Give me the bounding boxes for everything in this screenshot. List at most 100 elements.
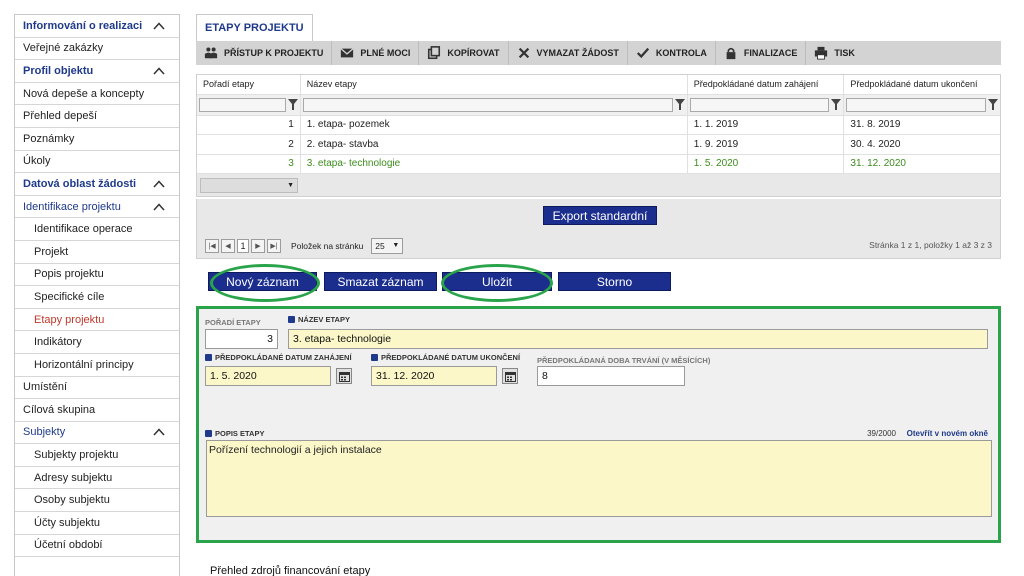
stage-detail-form: POŘADÍ ETAPY 3 NÁZEV ETAPY 3. etapa- tec… — [196, 306, 1001, 543]
description-textarea[interactable]: Pořízení technologií a jejich instalace — [206, 440, 992, 517]
access-project-button[interactable]: PŘÍSTUP K PROJEKTU — [196, 41, 333, 65]
sidebar-item-label: Subjekty — [23, 426, 66, 439]
sidebar-item[interactable]: Přehled depeší — [15, 105, 179, 128]
calendar-button[interactable] — [336, 368, 352, 384]
column-header-order[interactable]: Pořadí etapy — [197, 75, 301, 94]
table-cell-end: 30. 4. 2020 — [850, 138, 901, 150]
column-header-name[interactable]: Název etapy — [301, 75, 688, 94]
column-header-end[interactable]: Předpokládané datum ukončení — [844, 75, 1000, 94]
chevron-up-icon[interactable] — [153, 67, 165, 75]
open-new-window-link[interactable]: Otevřít v novém okně — [907, 429, 988, 438]
table-cell-order: 3 — [197, 154, 301, 173]
end-date-label-text: PŘEDPOKLÁDANÉ DATUM UKONČENÍ — [381, 353, 521, 362]
table-filter-row — [197, 94, 1000, 116]
sidebar-item[interactable]: Informování o realizaci — [15, 15, 179, 38]
sidebar-item[interactable]: Identifikace operace — [15, 218, 179, 241]
print-label: TISK — [834, 48, 855, 58]
sidebar-item-label: Etapy projektu — [34, 313, 105, 326]
people-icon — [204, 47, 218, 59]
calendar-button[interactable] — [502, 368, 518, 384]
page-size-select[interactable]: 25 ▼ — [371, 237, 404, 254]
toolbar: PŘÍSTUP K PROJEKTU PLNÉ MOCI KOPÍROVAT V… — [196, 41, 1001, 65]
filter-icon[interactable] — [988, 99, 998, 110]
filter-name-input[interactable] — [302, 97, 673, 112]
next-page-button[interactable]: ▶ — [251, 238, 265, 253]
chevron-up-icon[interactable] — [153, 180, 165, 188]
filter-order-input[interactable] — [199, 97, 286, 112]
filter-icon[interactable] — [674, 99, 685, 110]
sidebar-item[interactable]: Projekt — [15, 241, 179, 264]
filter-start-input[interactable] — [689, 97, 830, 112]
sidebar-item[interactable]: Úkoly — [15, 151, 179, 174]
sidebar-item-label: Identifikace projektu — [23, 200, 121, 213]
order-field[interactable]: 3 — [205, 329, 278, 349]
new-record-button[interactable]: Nový záznam — [208, 272, 317, 291]
name-field[interactable]: 3. etapa- technologie — [288, 329, 988, 349]
char-counter: 39/2000 — [867, 429, 896, 438]
current-page-input[interactable]: 1 — [237, 238, 249, 253]
first-page-button[interactable]: |◀ — [205, 238, 219, 253]
footer-dropdown[interactable]: ▼ — [200, 177, 298, 193]
tab-etapy-projektu[interactable]: ETAPY PROJEKTU — [196, 14, 313, 41]
sidebar-item-label: Účty subjektu — [34, 516, 101, 529]
sidebar-item[interactable]: Účty subjektu — [15, 512, 179, 535]
sidebar-item[interactable]: Cílová skupina — [15, 399, 179, 422]
table-row[interactable]: 1 1. etapa- pozemek 1. 1. 2019 31. 8. 2019 — [197, 115, 1000, 135]
filter-icon[interactable] — [831, 99, 842, 110]
description-label: POPIS ETAPY — [205, 429, 264, 438]
table-row[interactable]: 2 2. etapa- stavba 1. 9. 2019 30. 4. 2020 — [197, 135, 1000, 155]
export-standard-button[interactable]: Export standardní — [543, 206, 657, 225]
print-button[interactable]: TISK — [806, 41, 863, 65]
sidebar-item[interactable]: Subjekty — [15, 422, 179, 445]
sidebar-nav: Informování o realizaci Veřejné zakázky Pr… — [14, 14, 180, 576]
delete-application-button[interactable]: VYMAZAT ŽÁDOST — [509, 41, 628, 65]
sidebar-item[interactable]: Umístění — [15, 377, 179, 400]
column-header-start[interactable]: Předpokládané datum zahájení — [688, 75, 845, 94]
last-page-button[interactable]: ▶| — [267, 238, 281, 253]
finalize-label: FINALIZACE — [743, 48, 798, 58]
sidebar-item[interactable]: Nová depeše a koncepty — [15, 83, 179, 106]
sidebar-item[interactable]: Specifické cíle — [15, 286, 179, 309]
cancel-button[interactable]: Storno — [558, 272, 671, 291]
close-icon — [518, 47, 529, 59]
delete-record-button[interactable]: Smazat záznam — [324, 272, 437, 291]
filter-end-input[interactable] — [846, 97, 986, 112]
required-icon — [205, 354, 212, 361]
duration-field[interactable]: 8 — [537, 366, 685, 386]
dropdown-arrow-icon: ▼ — [287, 181, 294, 189]
chevron-up-icon[interactable] — [153, 428, 165, 436]
sidebar-item[interactable]: Identifikace projektu — [15, 196, 179, 219]
sidebar-item[interactable]: Adresy subjektu — [15, 467, 179, 490]
sidebar-item[interactable]: Poznámky — [15, 128, 179, 151]
proxies-button[interactable]: PLNÉ MOCI — [332, 41, 420, 65]
end-date-field[interactable]: 31. 12. 2020 — [371, 366, 497, 386]
duration-label: PŘEDPOKLÁDANÁ DOBA TRVÁNÍ (V MĚSÍCÍCH) — [537, 356, 711, 365]
copy-button[interactable]: KOPÍROVAT — [419, 41, 509, 65]
sidebar-item[interactable]: Etapy projektu — [15, 309, 179, 332]
sidebar-item[interactable]: Profil objektu — [15, 60, 179, 83]
sidebar-item[interactable]: Popis projektu — [15, 264, 179, 287]
sidebar-item[interactable]: Veřejné zakázky — [15, 38, 179, 61]
table-body: 1 1. etapa- pozemek 1. 1. 2019 31. 8. 2019 2… — [197, 115, 1000, 174]
name-label-text: NÁZEV ETAPY — [298, 315, 350, 324]
sidebar-item[interactable]: Účetní období — [15, 535, 179, 558]
table-row[interactable]: 3 3. etapa- technologie 1. 5. 2020 31. 12. … — [197, 154, 1000, 174]
chevron-up-icon[interactable] — [153, 202, 165, 211]
sidebar-item[interactable]: Osoby subjektu — [15, 489, 179, 513]
save-button[interactable]: Uložit — [442, 272, 552, 291]
printer-icon — [815, 46, 828, 60]
finalize-button[interactable]: FINALIZACE — [716, 41, 807, 65]
sidebar-item[interactable]: Datová oblast žádosti — [15, 173, 179, 196]
filter-icon[interactable] — [287, 99, 298, 110]
chevron-up-icon[interactable] — [153, 22, 165, 30]
chevron-down-icon: ▼ — [392, 242, 400, 249]
sidebar-item[interactable]: Subjekty projektu — [15, 444, 179, 467]
sidebar-item[interactable]: Horizontální principy — [15, 354, 179, 377]
check-button[interactable]: KONTROLA — [628, 41, 716, 65]
start-date-field[interactable]: 1. 5. 2020 — [205, 366, 331, 386]
lock-icon — [726, 47, 736, 60]
prev-page-button[interactable]: ◀ — [221, 238, 235, 253]
copy-label: KOPÍROVAT — [447, 48, 500, 58]
table-header-row: Pořadí etapy Název etapy Předpokládané d… — [197, 75, 1000, 95]
sidebar-item[interactable]: Indikátory — [15, 331, 179, 354]
